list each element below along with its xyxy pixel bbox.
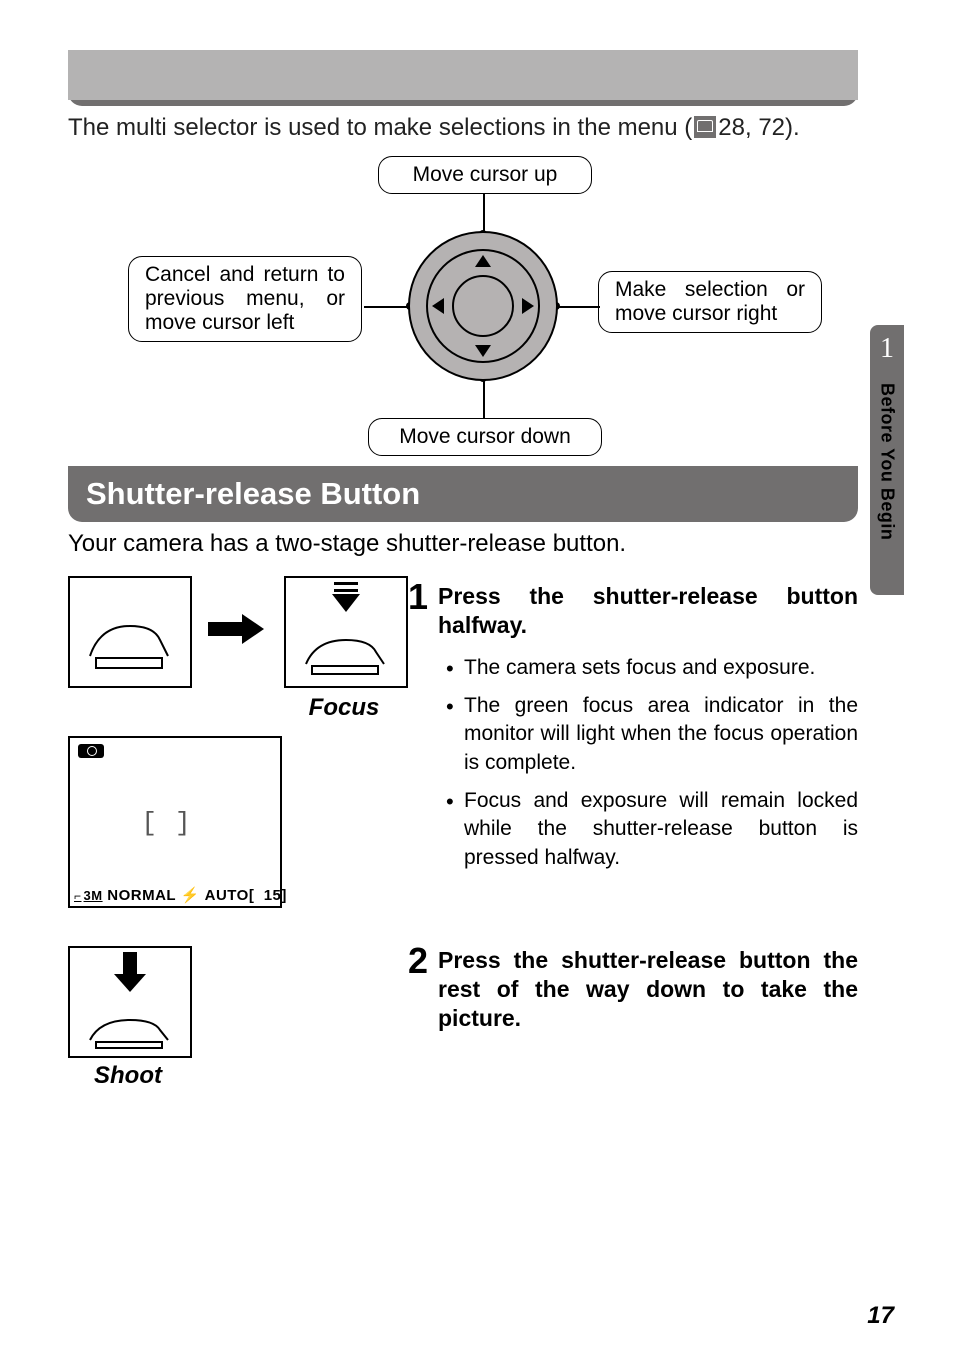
bullet: The green focus area indicator in the mo…	[450, 692, 858, 777]
book-icon	[694, 116, 716, 138]
leader-line	[364, 306, 410, 308]
label-right: Make selection or move cursor right	[598, 271, 822, 333]
triangle-right-icon	[522, 298, 534, 314]
top-gray-bar	[68, 50, 858, 100]
label-left: Cancel and return to previous menu, or m…	[128, 256, 362, 342]
leader-line	[483, 194, 485, 234]
multi-selector-intro: The multi selector is used to make selec…	[68, 114, 858, 142]
step-number: 2	[408, 940, 428, 982]
focus-brackets: []	[70, 808, 280, 838]
section-heading-shutter: Shutter-release Button	[68, 466, 858, 522]
step-number: 1	[408, 576, 428, 618]
bullet: The camera sets focus and exposure.	[450, 654, 858, 682]
flash-icon: ⚡	[181, 886, 200, 904]
triangle-up-icon	[475, 255, 491, 267]
step-title: Press the shutter-release button the res…	[438, 946, 858, 1032]
leader-line	[483, 378, 485, 418]
shutter-body: Focus [] ⌐ 3M NORMAL ⚡ AUTO [ 15] Shoot	[68, 576, 858, 1136]
leader-line	[556, 306, 600, 308]
page-number: 17	[867, 1302, 894, 1330]
shoot-caption: Shoot	[68, 1062, 188, 1090]
chapter-label: Before You Begin	[877, 383, 898, 540]
chapter-number: 1	[870, 325, 904, 365]
illus-finger-fullpress	[68, 946, 192, 1058]
label-down: Move cursor down	[368, 418, 602, 456]
arrow-right-icon	[208, 616, 268, 642]
focus-caption: Focus	[284, 694, 404, 722]
intro-text-pre: The multi selector is used to make selec…	[68, 114, 692, 141]
multi-selector-diagram: Move cursor up Move cursor down Cancel a…	[68, 156, 858, 456]
camera-icon	[78, 744, 104, 758]
side-tab: 1 Before You Begin	[870, 325, 904, 595]
intro-text-refs: 28, 72).	[718, 114, 799, 141]
step-1: 1 Press the shutter-release button halfw…	[438, 582, 858, 882]
hand-icon	[70, 578, 190, 686]
illus-finger-light	[68, 576, 192, 688]
shutter-intro: Your camera has a two-stage shutter-rele…	[68, 530, 858, 558]
lcd-preview: [] ⌐ 3M NORMAL ⚡ AUTO [ 15]	[68, 736, 282, 908]
multi-selector-icon	[408, 231, 558, 381]
lcd-count: 15	[264, 887, 282, 904]
illus-finger-halfpress	[284, 576, 408, 688]
lcd-quality: NORMAL	[107, 887, 176, 904]
step-2: 2 Press the shutter-release button the r…	[438, 946, 858, 1032]
triangle-left-icon	[432, 298, 444, 314]
lcd-flash: AUTO	[205, 887, 249, 904]
lcd-size: 3M	[84, 888, 103, 903]
label-up: Move cursor up	[378, 156, 592, 194]
step-title: Press the shutter-release button halfway…	[438, 582, 858, 640]
triangle-down-icon	[475, 345, 491, 357]
step-bullets: The camera sets focus and exposure. The …	[438, 654, 858, 872]
lcd-status-bar: ⌐ 3M NORMAL ⚡ AUTO [ 15]	[74, 886, 276, 904]
bullet: Focus and exposure will remain locked wh…	[450, 787, 858, 872]
